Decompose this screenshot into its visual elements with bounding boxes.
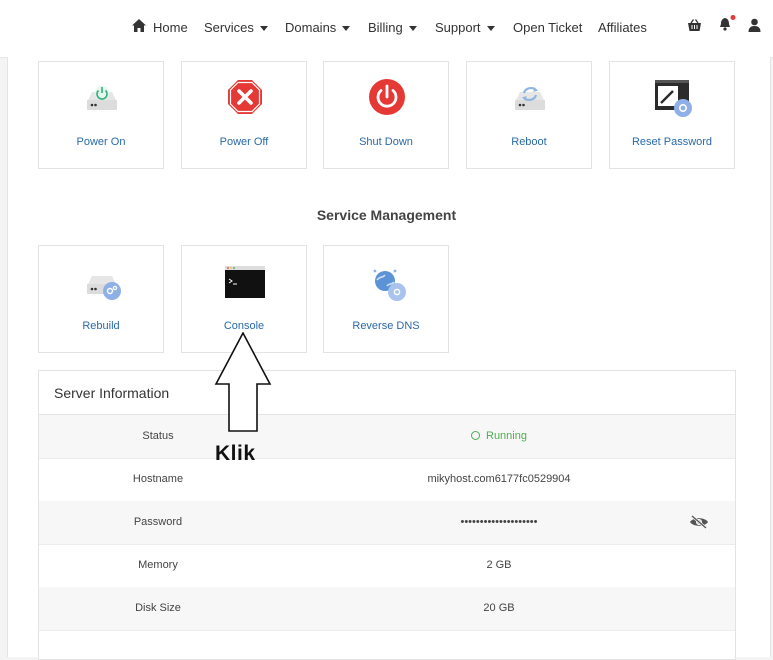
power-off-label: Power Off (219, 136, 269, 148)
hostname-key: Hostname (132, 473, 184, 485)
table-row: Hostname mikyhost.com6177fc0529904 (39, 458, 735, 502)
power-off-icon (228, 80, 262, 114)
reset-password-label: Reset Password (631, 136, 713, 148)
server-information-title: Server Information (54, 385, 170, 401)
reverse-dns-label: Reverse DNS (352, 320, 420, 332)
password-value: •••••••••••••••••••• (460, 516, 538, 528)
power-on-button[interactable]: Power On (38, 61, 164, 169)
chevron-down-icon (259, 25, 268, 31)
chevron-down-icon (486, 25, 495, 31)
nav-billing[interactable]: Billing (368, 18, 417, 36)
nav-services-label: Services (204, 19, 254, 35)
status-badge: Running (486, 430, 527, 442)
shutdown-label: Shut Down (359, 136, 413, 148)
hostname-value: mikyhost.com6177fc0529904 (427, 473, 571, 485)
rebuild-icon (87, 276, 121, 300)
service-management-title: Service Management (316, 207, 457, 223)
shutdown-button[interactable]: Shut Down (323, 61, 449, 169)
nav-open-ticket[interactable]: Open Ticket (513, 18, 582, 36)
reboot-button[interactable]: Reboot (466, 61, 592, 169)
server-information-card: Server Information Status Running Hostna… (38, 370, 736, 660)
memory-value: 2 GB (486, 559, 512, 571)
password-key: Password (133, 516, 183, 528)
nav-support[interactable]: Support (435, 18, 495, 36)
reboot-label: Reboot (511, 136, 547, 148)
disk-size-value: 20 GB (483, 602, 515, 614)
notification-dot (730, 15, 736, 20)
power-off-button[interactable]: Power Off (181, 61, 307, 169)
nav-billing-label: Billing (368, 19, 403, 35)
home-icon[interactable] (131, 18, 147, 33)
status-value: Running (339, 430, 659, 442)
reboot-icon (515, 87, 545, 110)
annotation-label: Klik (215, 442, 256, 465)
console-icon (225, 266, 265, 298)
chevron-down-icon (342, 25, 351, 31)
nav-domains[interactable]: Domains (285, 18, 351, 36)
table-row: Disk Size 20 GB (39, 587, 735, 631)
shutdown-icon (369, 79, 405, 115)
nav-open-ticket-label: Open Ticket (513, 19, 583, 35)
nav-domains-label: Domains (285, 19, 337, 35)
nav-home-label: Home (153, 19, 188, 35)
basket-icon[interactable] (687, 19, 702, 32)
console-label: Console (223, 320, 265, 332)
status-dot-icon (471, 431, 480, 440)
nav-affiliates[interactable]: Affiliates (598, 18, 647, 36)
nav-home[interactable]: Home (153, 18, 188, 36)
nav-support-label: Support (435, 19, 481, 35)
eye-slash-icon[interactable] (689, 515, 709, 529)
reset-password-button[interactable]: Reset Password (609, 61, 735, 169)
reverse-dns-button[interactable]: Reverse DNS (323, 245, 449, 353)
user-icon[interactable] (748, 18, 761, 32)
memory-key: Memory (138, 559, 178, 571)
rebuild-button[interactable]: Rebuild (38, 245, 164, 353)
chevron-down-icon (408, 25, 417, 31)
reset-password-icon (655, 80, 692, 117)
bell-icon[interactable] (718, 15, 736, 32)
power-on-icon (87, 86, 117, 110)
nav-affiliates-label: Affiliates (598, 19, 647, 35)
power-on-label: Power On (76, 136, 126, 148)
table-row: Status Running (39, 415, 735, 459)
table-row: Password •••••••••••••••••••• (39, 501, 735, 545)
rebuild-label: Rebuild (82, 320, 120, 332)
top-navbar: Home Services Domains Billing Support Op… (0, 0, 773, 58)
table-row: Memory 2 GB (39, 544, 735, 588)
disk-size-key: Disk Size (135, 602, 181, 614)
nav-services[interactable]: Services (204, 18, 268, 36)
reverse-dns-icon (373, 269, 406, 301)
